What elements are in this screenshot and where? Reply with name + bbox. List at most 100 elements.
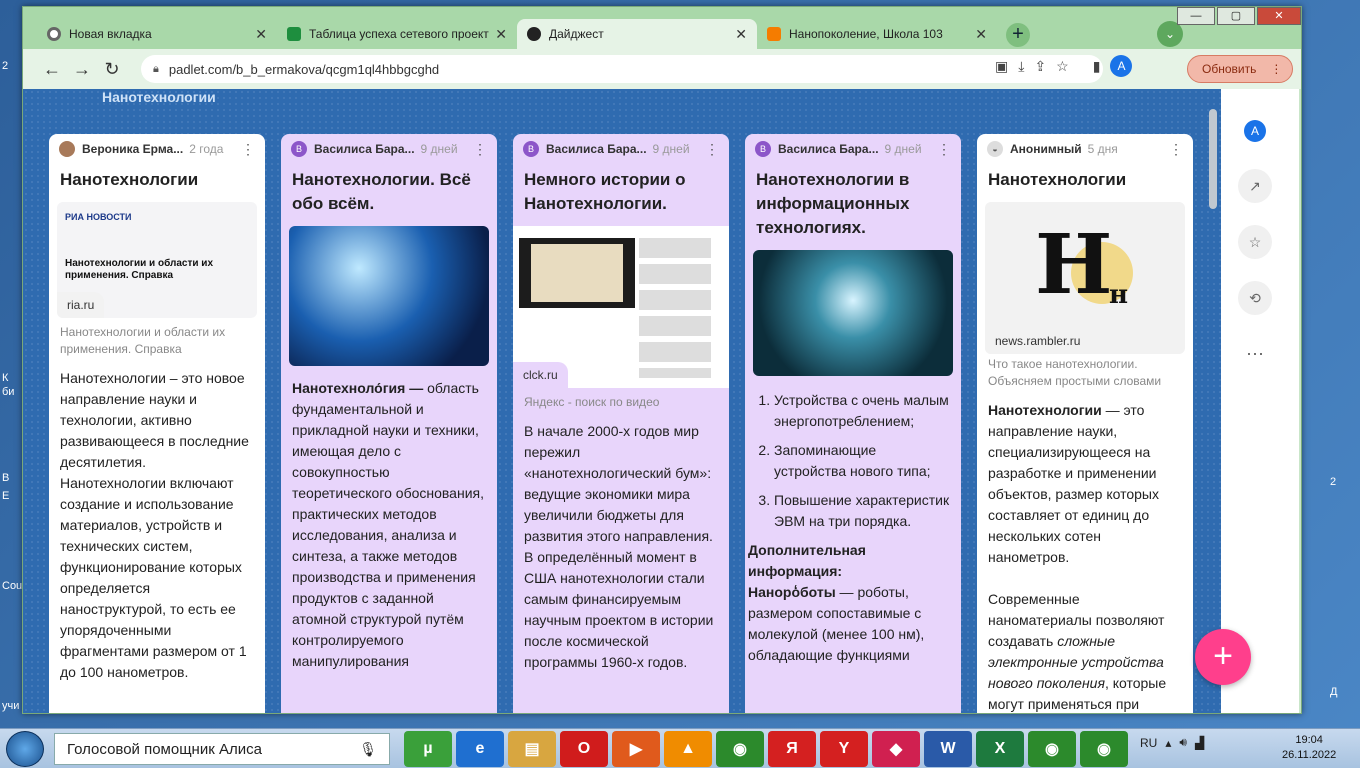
volume-icon[interactable]: 🔊︎ (1179, 735, 1187, 750)
add-post-button[interactable]: + (1195, 629, 1251, 685)
window-controls: — ▢ ✕ (1175, 7, 1301, 25)
explorer-icon[interactable]: ▤ (508, 731, 556, 767)
minimize-button[interactable]: — (1177, 7, 1215, 25)
crystal-icon[interactable]: ◆ (872, 731, 920, 767)
avatar: В (523, 141, 539, 157)
close-icon[interactable]: ✕ (735, 26, 747, 43)
link-caption: Что такое нанотехнологии. Объясняем прос… (988, 357, 1162, 388)
microphone-icon[interactable]: 🎙︎ (359, 741, 377, 758)
close-icon[interactable]: ✕ (255, 26, 267, 43)
post-menu-icon[interactable]: ⋮ (241, 141, 255, 158)
yandex-icon[interactable]: Я (768, 731, 816, 767)
post-term: Нанотехнологии (988, 402, 1102, 418)
avatar (59, 141, 75, 157)
alice-text: Голосовой помощник Алиса (67, 740, 262, 758)
clipboard-icon[interactable]: ▣ (995, 58, 1008, 75)
blogger-icon (767, 27, 781, 41)
post-card[interactable]: ◒ Анонимный 5 дня ⋮ Нанотехнологии H н n… (977, 134, 1193, 713)
post-card[interactable]: В Василиса Бара... 9 дней ⋮ Немного исто… (513, 134, 729, 713)
tab-nanopokolenie[interactable]: Нанопоколение, Школа 103 ✕ (757, 19, 997, 49)
chrome-icon[interactable]: ◉ (1028, 731, 1076, 767)
padlet-board: Нанотехнологии Вероника Ерма... 2 года ⋮… (23, 89, 1299, 713)
menu-dots-icon[interactable]: ⋮ (1270, 62, 1282, 76)
bookmark-star-icon[interactable]: ☆ (1056, 58, 1069, 75)
tab-digest[interactable]: Дайджест ✕ (517, 19, 757, 49)
post-card[interactable]: В Василиса Бара... 9 дней ⋮ Нанотехнолог… (745, 134, 961, 713)
link-preview-image[interactable]: H н news.rambler.ru (985, 202, 1185, 354)
more-icon[interactable]: ⋯ (1238, 337, 1272, 371)
desktop-label: Е (2, 490, 10, 502)
close-window-button[interactable]: ✕ (1257, 7, 1301, 25)
post-title: Нанотехнологии. Всё обо всём. (292, 170, 471, 213)
sidepanel-icon[interactable]: ▮ (1093, 58, 1101, 75)
new-tab-button[interactable]: + (1006, 23, 1030, 47)
language-indicator[interactable]: RU (1140, 736, 1157, 750)
list-item: Устройства с очень малым энергопотреблен… (774, 390, 950, 432)
url-text: padlet.com/b_b_ermakova/qcgm1ql4hbbgcghd (168, 61, 440, 77)
avatar: В (291, 141, 307, 157)
post-card[interactable]: В Василиса Бара... 9 дней ⋮ Нанотехнолог… (281, 134, 497, 713)
share-icon[interactable]: ↗ (1238, 169, 1272, 203)
star-icon[interactable]: ☆ (1238, 225, 1272, 259)
link-preview-image[interactable]: РИА НОВОСТИ Нанотехнологии и области их … (57, 202, 257, 318)
tab-title: Таблица успеха сетевого проект (309, 27, 489, 41)
utorrent-icon[interactable]: µ (404, 731, 452, 767)
post-image[interactable] (753, 250, 953, 376)
video-player (519, 238, 635, 308)
close-icon[interactable]: ✕ (495, 26, 507, 43)
post-menu-icon[interactable]: ⋮ (937, 141, 951, 158)
clock[interactable]: 19:04 26.11.2022 (1282, 733, 1336, 763)
post-image[interactable] (289, 226, 489, 366)
start-button[interactable] (6, 731, 44, 767)
video-preview-image[interactable]: clck.ru (513, 226, 729, 388)
reload-icon[interactable]: ↻ (97, 59, 127, 80)
post-time: 5 дня (1087, 142, 1118, 156)
post-header: В Василиса Бара... 9 дней ⋮ (745, 134, 961, 164)
post-author: Василиса Бара... (546, 142, 647, 156)
link-caption: Яндекс - поиск по видео (524, 395, 660, 409)
install-icon[interactable]: ⤓ (1018, 58, 1024, 75)
excel-icon[interactable]: X (976, 731, 1024, 767)
profile-avatar[interactable]: A (1244, 120, 1266, 143)
tab-new-tab[interactable]: Новая вкладка ✕ (37, 19, 277, 49)
post-body: Нанотехноло́гия — область фундаментально… (281, 374, 497, 676)
tab-strip: Новая вкладка ✕ Таблица успеха сетевого … (23, 7, 1301, 49)
maximize-button[interactable]: ▢ (1217, 7, 1255, 25)
link-domain: news.rambler.ru (985, 328, 1091, 354)
word-icon[interactable]: W (924, 731, 972, 767)
post-card[interactable]: Вероника Ерма... 2 года ⋮ Нанотехнологии… (49, 134, 265, 713)
alice-search-box[interactable]: Голосовой помощник Алиса 🎙︎ (54, 733, 390, 765)
post-author: Анонимный (1010, 142, 1082, 156)
tray-expand-icon[interactable]: ▴ (1165, 736, 1171, 750)
close-icon[interactable]: ✕ (975, 26, 987, 43)
network-icon[interactable]: ▟ (1195, 736, 1204, 750)
update-button[interactable]: Обновить ⋮ (1187, 55, 1294, 83)
post-menu-icon[interactable]: ⋮ (473, 141, 487, 158)
tab-spreadsheet[interactable]: Таблица успеха сетевого проект ✕ (277, 19, 517, 49)
logo-letter: H (1035, 217, 1113, 313)
section-title: Нанотехнологии (102, 89, 216, 105)
yandex-browser-icon[interactable]: Y (820, 731, 868, 767)
post-time: 2 года (189, 142, 224, 156)
remake-icon[interactable]: ⟲ (1238, 281, 1272, 315)
address-bar[interactable]: 🔒︎ padlet.com/b_b_ermakova/qcgm1ql4hbbgc… (141, 55, 1103, 83)
post-menu-icon[interactable]: ⋮ (705, 141, 719, 158)
post-term: Нанорo̒боты (748, 584, 836, 600)
forward-arrow-icon[interactable]: → (67, 59, 97, 80)
lock-icon: 🔒︎ (153, 62, 159, 75)
share-icon[interactable]: ⇪ (1034, 58, 1046, 75)
profile-avatar[interactable]: A (1110, 55, 1133, 77)
post-menu-icon[interactable]: ⋮ (1169, 141, 1183, 158)
chrome-icon[interactable]: ◉ (1080, 731, 1128, 767)
desktop-label: Cou (2, 580, 23, 592)
post-author: Василиса Бара... (778, 142, 879, 156)
vlc-icon[interactable]: ▲ (664, 731, 712, 767)
preview-headline: Нанотехнологии и области их применения. … (65, 258, 214, 281)
media-icon[interactable]: ▶ (612, 731, 660, 767)
opera-icon[interactable]: O (560, 731, 608, 767)
back-arrow-icon[interactable]: ← (37, 59, 67, 80)
list-item: Запоминающие устройства нового типа; (774, 440, 950, 482)
chrome-icon[interactable]: ◉ (716, 731, 764, 767)
board-scrollbar[interactable] (1209, 109, 1217, 209)
ie-icon[interactable]: e (456, 731, 504, 767)
